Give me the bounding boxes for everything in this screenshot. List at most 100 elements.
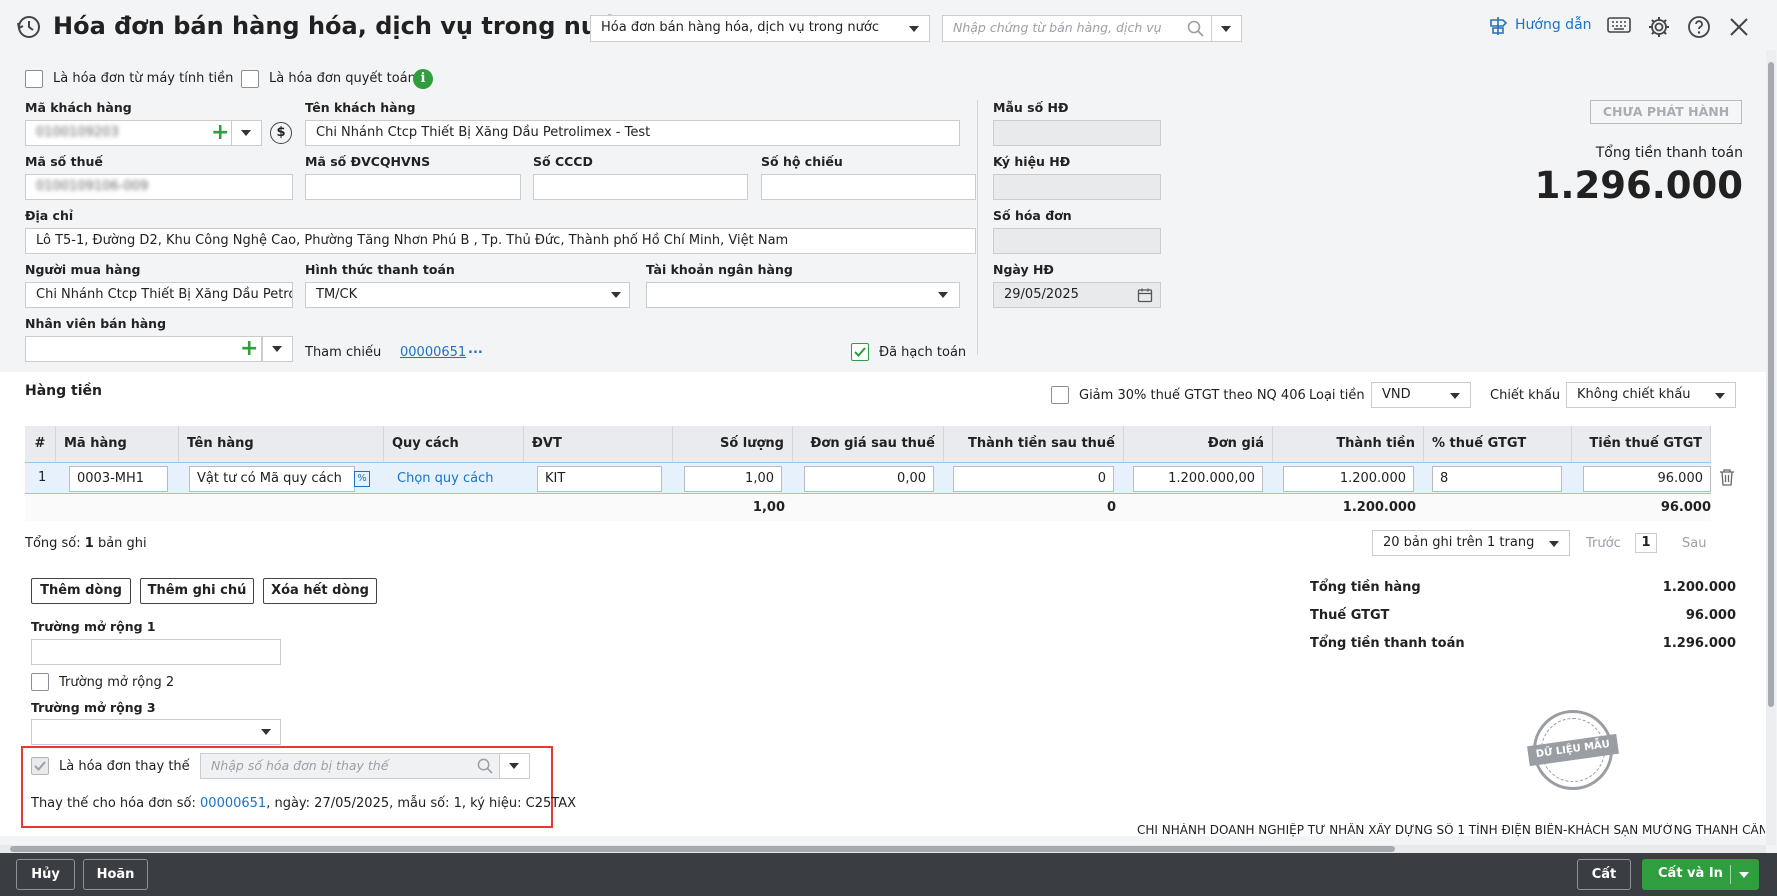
col-amount-after-tax: Thành tiền sau thuế xyxy=(944,426,1124,462)
customer-name-input[interactable]: Chi Nhánh Ctcp Thiết Bị Xăng Dầu Petroli… xyxy=(305,120,960,146)
calendar-icon[interactable] xyxy=(1137,287,1153,307)
chevron-down-icon xyxy=(272,346,282,352)
horizontal-scroll-thumb[interactable] xyxy=(10,846,1395,852)
trash-icon[interactable] xyxy=(1719,468,1735,490)
row-qty-input[interactable]: 1,00 xyxy=(684,466,782,492)
info-icon[interactable]: i xyxy=(413,69,433,89)
vertical-scrollbar[interactable] xyxy=(1766,50,1776,845)
add-note-button[interactable]: Thêm ghi chú xyxy=(140,578,254,604)
replaced-invoice-link[interactable]: 00000651 xyxy=(200,796,266,811)
row-no: 1 xyxy=(38,470,47,485)
row-code-input[interactable]: 0003-MH1 xyxy=(69,466,168,492)
delete-rows-button[interactable]: Xóa hết dòng xyxy=(263,578,377,604)
table-row[interactable]: 1 0003-MH1 Vật tư có Mã quy cách % Chọn … xyxy=(25,462,1711,494)
passport-input[interactable] xyxy=(761,174,976,200)
subtotal-value: 1.200.000 xyxy=(1662,580,1736,595)
row-price-input[interactable]: 1.200.000,00 xyxy=(1133,466,1263,492)
total-amount: 1.200.000 xyxy=(1342,500,1416,515)
add-row-button[interactable]: Thêm dòng xyxy=(31,578,131,604)
add-seller-icon[interactable]: + xyxy=(240,337,258,361)
footer-bar xyxy=(0,853,1777,896)
discount-select[interactable]: Không chiết khấu xyxy=(1566,382,1736,408)
cancel-button[interactable]: Hủy xyxy=(16,859,75,890)
items-section-title: Hàng tiền xyxy=(25,383,102,399)
grand-total-label: Tổng tiền thanh toán xyxy=(1595,145,1743,161)
ext-field1-input[interactable] xyxy=(31,639,281,665)
total-qty: 1,00 xyxy=(752,500,785,515)
keyboard-icon[interactable] xyxy=(1607,17,1631,39)
row-name-input[interactable]: Vật tư có Mã quy cách xyxy=(189,466,355,492)
percent-icon[interactable]: % xyxy=(354,471,370,487)
search-icon[interactable] xyxy=(477,758,493,778)
reduce-vat-checkbox[interactable] xyxy=(1051,386,1069,404)
buyer-input[interactable]: Chi Nhánh Ctcp Thiết Bị Xăng Dầu Petro xyxy=(25,282,293,308)
ext-field3-select[interactable] xyxy=(31,719,281,745)
chevron-down-icon xyxy=(241,130,251,136)
tax-code-input[interactable]: 0100109106-009 xyxy=(25,174,293,200)
search-input[interactable]: Nhập chứng từ bán hàng, dịch vụ xyxy=(942,15,1212,42)
next-page-button[interactable]: Sau xyxy=(1682,536,1706,551)
posted-checkbox[interactable] xyxy=(851,343,869,361)
prev-page-button[interactable]: Trước xyxy=(1586,536,1621,551)
row-spec-link[interactable]: Chọn quy cách xyxy=(397,471,493,486)
reference-link[interactable]: 00000651 xyxy=(400,345,466,360)
payment-select[interactable]: TM/CK xyxy=(305,282,630,308)
currency-circle-icon[interactable]: $ xyxy=(270,122,292,144)
template-label: Mẫu số HĐ xyxy=(993,100,1069,115)
chevron-down-icon xyxy=(1549,541,1559,547)
row-vat-amount-input[interactable]: 96.000 xyxy=(1583,466,1711,492)
chevron-down-icon xyxy=(1450,393,1460,399)
customer-name-label: Tên khách hàng xyxy=(305,100,416,115)
doc-type-select[interactable]: Hóa đơn bán hàng hóa, dịch vụ trong nước xyxy=(590,15,930,42)
chevron-down-icon xyxy=(938,292,948,298)
invoice-date-value: 29/05/2025 xyxy=(1004,287,1079,302)
row-amount-after-tax-input[interactable]: 0 xyxy=(953,466,1114,492)
add-customer-icon[interactable]: + xyxy=(211,121,229,145)
horizontal-scrollbar[interactable] xyxy=(0,845,1766,853)
row-price-after-tax-input[interactable]: 0,00 xyxy=(804,466,934,492)
seller-input[interactable] xyxy=(25,336,262,362)
chevron-down-icon[interactable] xyxy=(1739,872,1749,878)
budget-code-input[interactable] xyxy=(305,174,521,200)
total-amount-after-tax: 0 xyxy=(1106,500,1116,515)
close-icon[interactable] xyxy=(1729,17,1749,41)
current-page[interactable]: 1 xyxy=(1635,533,1657,553)
address-input[interactable]: Lô T5-1, Đường D2, Khu Công Nghệ Cao, Ph… xyxy=(25,228,976,254)
settlement-checkbox[interactable] xyxy=(241,70,259,88)
guide-icon[interactable] xyxy=(1487,15,1509,41)
tax-code-value: 0100109106-009 xyxy=(36,179,149,194)
total-payment-value: 1.296.000 xyxy=(1662,636,1736,651)
row-amount-input[interactable]: 1.200.000 xyxy=(1283,466,1414,492)
chevron-down-icon xyxy=(1221,26,1231,32)
invoice-number-input xyxy=(993,228,1161,254)
invoice-date-input[interactable]: 29/05/2025 xyxy=(993,282,1161,308)
history-icon[interactable] xyxy=(16,14,42,40)
save-print-button[interactable]: Cất và In xyxy=(1642,859,1759,890)
page-size-select[interactable]: 20 bản ghi trên 1 trang xyxy=(1372,530,1570,556)
replacement-info: Thay thế cho hóa đơn số: 00000651, ngày:… xyxy=(31,796,576,811)
settlement-label: Là hóa đơn quyết toán xyxy=(269,71,416,86)
bank-account-select[interactable] xyxy=(646,282,960,308)
gear-icon[interactable] xyxy=(1647,15,1671,43)
replacement-search-input[interactable]: Nhập số hóa đơn bị thay thế xyxy=(200,753,505,779)
chevron-down-icon xyxy=(509,763,519,769)
row-vat-rate-input[interactable]: 8 xyxy=(1432,466,1562,492)
cccd-input[interactable] xyxy=(533,174,748,200)
buyer-label: Người mua hàng xyxy=(25,262,141,277)
col-name: Tên hàng xyxy=(179,426,384,462)
cccd-label: Số CCCD xyxy=(533,154,593,169)
help-icon[interactable] xyxy=(1687,15,1711,43)
row-unit-input[interactable]: KIT xyxy=(537,466,662,492)
ext-field2-checkbox[interactable] xyxy=(31,673,49,691)
undo-button[interactable]: Hoãn xyxy=(83,859,148,890)
template-input xyxy=(993,120,1161,146)
guide-link[interactable]: Hướng dẫn xyxy=(1515,17,1592,33)
save-button[interactable]: Cất xyxy=(1577,859,1631,890)
passport-label: Số hộ chiếu xyxy=(761,154,843,169)
cash-register-checkbox[interactable] xyxy=(25,70,43,88)
vertical-scroll-thumb[interactable] xyxy=(1768,62,1774,707)
posted-label: Đã hạch toán xyxy=(879,345,967,360)
search-icon[interactable] xyxy=(1187,20,1204,41)
reference-more[interactable]: ... xyxy=(468,342,483,357)
col-vat-amount: Tiền thuế GTGT xyxy=(1572,426,1711,462)
